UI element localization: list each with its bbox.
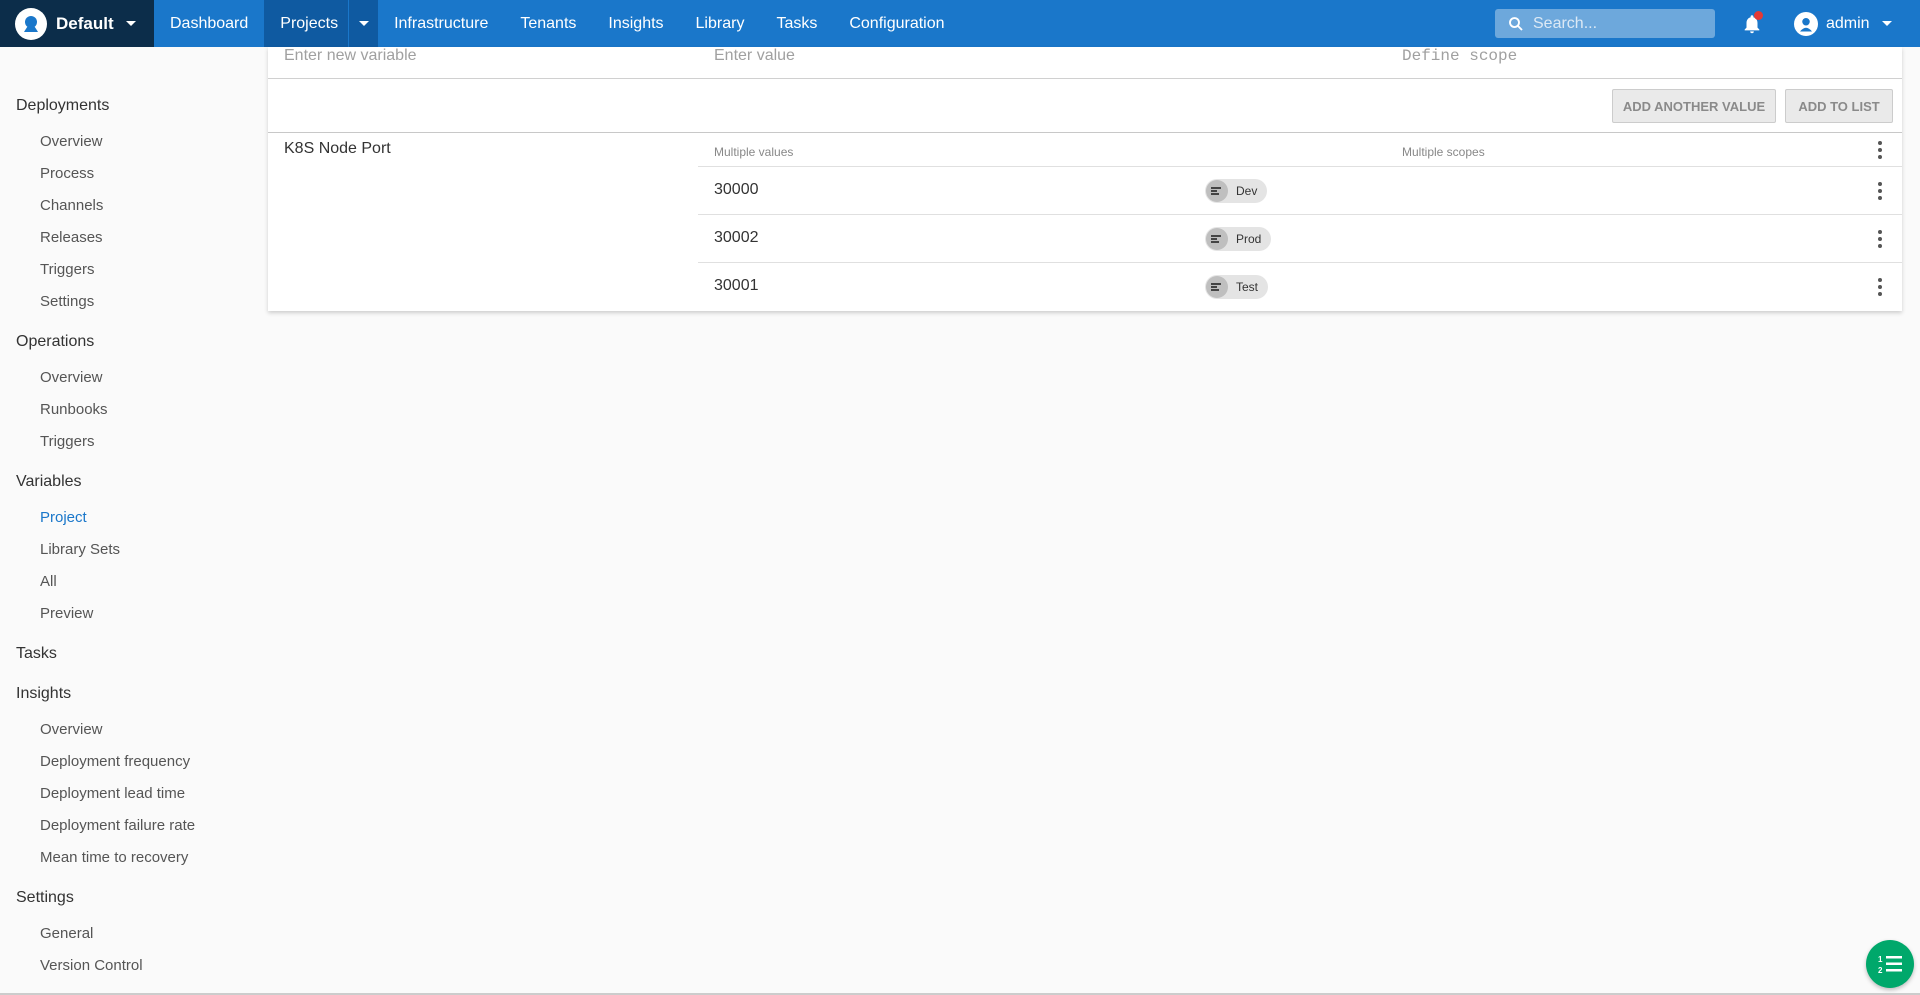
sidebar-item-deployments-overview[interactable]: Overview — [40, 133, 103, 150]
user-avatar-icon — [1794, 11, 1818, 36]
nav-projects-group: Projects — [264, 0, 379, 47]
sidebar-item-operations-overview[interactable]: Overview — [40, 369, 103, 386]
sidebar-item-channels[interactable]: Channels — [40, 197, 103, 214]
nav-tasks[interactable]: Tasks — [760, 0, 833, 47]
svg-text:2: 2 — [1878, 966, 1883, 975]
nav-tenants[interactable]: Tenants — [504, 0, 592, 47]
sidebar-item-deployment-settings[interactable]: Settings — [40, 293, 94, 310]
scope-label: Dev — [1236, 184, 1258, 198]
scope-chip[interactable]: Dev — [1205, 179, 1268, 203]
add-another-value-button[interactable]: ADD ANOTHER VALUE — [1612, 89, 1776, 123]
scope-chip[interactable]: Prod — [1205, 227, 1272, 251]
sidebar-item-insights-overview[interactable]: Overview — [40, 721, 103, 738]
scope-chip[interactable]: Test — [1205, 275, 1269, 299]
project-sidebar: Deployments Overview Process Channels Re… — [0, 47, 260, 995]
nav-configuration[interactable]: Configuration — [833, 0, 960, 47]
list-divider — [268, 132, 1902, 133]
values-header: Multiple values — [714, 145, 794, 159]
variable-value[interactable]: 30001 — [714, 277, 759, 295]
sidebar-item-preview[interactable]: Preview — [40, 605, 93, 622]
nav-insights[interactable]: Insights — [592, 0, 679, 47]
projects-dropdown-button[interactable] — [348, 0, 378, 47]
search-input[interactable]: Search... — [1495, 9, 1715, 38]
search-placeholder: Search... — [1533, 14, 1598, 32]
sidebar-item-deployment-lead-time[interactable]: Deployment lead time — [40, 785, 185, 802]
space-name: Default — [56, 13, 114, 33]
user-name: admin — [1826, 14, 1870, 32]
sidebar-section-variables: Variables — [16, 473, 82, 490]
nav-library[interactable]: Library — [680, 0, 761, 47]
new-variable-input[interactable]: Enter new variable — [284, 47, 417, 65]
sidebar-item-deployment-triggers[interactable]: Triggers — [40, 261, 94, 278]
sidebar-item-mean-time-to-recovery[interactable]: Mean time to recovery — [40, 849, 188, 866]
sidebar-section-insights: Insights — [16, 685, 72, 702]
add-to-list-button[interactable]: ADD TO LIST — [1785, 89, 1893, 123]
editor-divider — [268, 78, 1902, 79]
chevron-down-icon — [125, 21, 136, 26]
list-fab-icon: 1 2 — [1878, 955, 1902, 975]
list-fab-button[interactable]: 1 2 — [1866, 940, 1914, 988]
sidebar-item-operations-triggers[interactable]: Triggers — [40, 433, 94, 450]
octopus-logo-icon — [15, 7, 47, 40]
scope-label: Prod — [1236, 232, 1262, 246]
environment-icon — [1206, 180, 1228, 202]
environment-icon — [1206, 276, 1228, 298]
variables-editor-card: Enter new variable Enter value Define sc… — [268, 47, 1902, 311]
sidebar-item-library-sets[interactable]: Library Sets — [40, 541, 120, 558]
environment-icon — [1206, 228, 1228, 250]
scope-label: Test — [1236, 280, 1259, 294]
search-icon — [1509, 16, 1523, 31]
nav-dashboard[interactable]: Dashboard — [154, 0, 264, 47]
sidebar-item-deployment-failure-rate[interactable]: Deployment failure rate — [40, 817, 195, 834]
more-vert-icon[interactable] — [1877, 230, 1883, 248]
row-divider — [698, 166, 1902, 167]
notification-badge — [1754, 11, 1763, 20]
sidebar-item-version-control[interactable]: Version Control — [40, 957, 143, 974]
sidebar-section-tasks[interactable]: Tasks — [16, 645, 57, 663]
chevron-down-icon — [358, 21, 369, 26]
sidebar-section-deployments: Deployments — [16, 97, 110, 114]
scopes-header: Multiple scopes — [1402, 145, 1485, 159]
sidebar-item-deployment-frequency[interactable]: Deployment frequency — [40, 753, 190, 770]
top-navigation: Default Dashboard Projects Infrastructur… — [0, 0, 1920, 47]
more-vert-icon[interactable] — [1877, 141, 1883, 159]
sidebar-item-process[interactable]: Process — [40, 165, 94, 182]
sidebar-item-general[interactable]: General — [40, 925, 93, 942]
row-divider — [698, 214, 1902, 215]
sidebar-item-releases[interactable]: Releases — [40, 229, 103, 246]
sidebar-section-settings: Settings — [16, 889, 74, 906]
space-switcher[interactable]: Default — [0, 0, 154, 47]
nav-projects[interactable]: Projects — [264, 0, 348, 47]
svg-text:1: 1 — [1878, 955, 1883, 964]
more-vert-icon[interactable] — [1877, 182, 1883, 200]
sidebar-item-runbooks[interactable]: Runbooks — [40, 401, 108, 418]
sidebar-item-all-variables[interactable]: All — [40, 573, 57, 590]
new-value-input[interactable]: Enter value — [714, 47, 795, 65]
variable-name[interactable]: K8S Node Port — [284, 140, 391, 158]
more-vert-icon[interactable] — [1877, 278, 1883, 296]
sidebar-section-operations: Operations — [16, 333, 95, 350]
variable-value[interactable]: 30002 — [714, 229, 759, 247]
chevron-down-icon — [1881, 21, 1892, 26]
sidebar-item-project-variables[interactable]: Project — [40, 509, 87, 526]
define-scope-input[interactable]: Define scope — [1402, 47, 1517, 65]
user-menu[interactable]: admin — [1794, 0, 1892, 47]
row-divider — [698, 262, 1902, 263]
variable-value[interactable]: 30000 — [714, 181, 759, 199]
nav-infrastructure[interactable]: Infrastructure — [378, 0, 504, 47]
